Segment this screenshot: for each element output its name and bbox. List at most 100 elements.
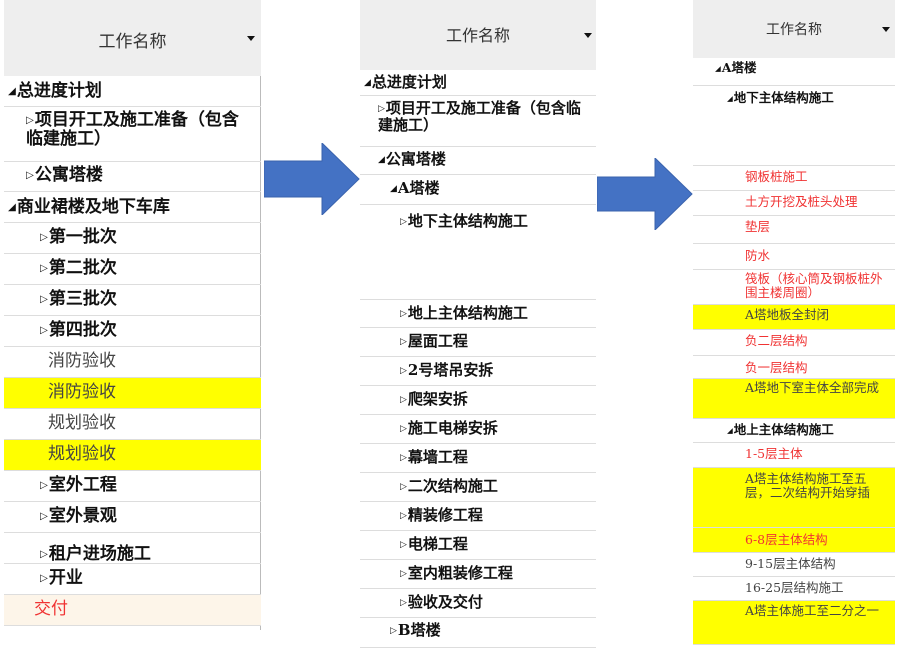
task-name: 公寓塔楼 — [34, 165, 103, 185]
collapse-triangle-icon[interactable]: ◢ — [8, 201, 16, 213]
task-group-row[interactable]: ▷开业 — [4, 564, 261, 595]
task-group-row[interactable]: ▷室外工程 — [4, 471, 261, 502]
task-group-row[interactable]: ▷室内粗装修工程 — [360, 560, 596, 589]
collapse-triangle-icon[interactable]: ◢ — [715, 64, 721, 73]
collapse-triangle-icon[interactable]: ◢ — [727, 94, 733, 103]
task-row[interactable]: 规划验收 — [4, 409, 261, 440]
collapse-triangle-icon[interactable]: ◢ — [727, 426, 733, 435]
task-row[interactable]: 钢板桩施工 — [693, 166, 895, 191]
task-row[interactable]: A塔地板全封闭 — [693, 305, 895, 330]
task-row[interactable]: 消防验收 — [4, 378, 261, 409]
collapse-triangle-icon[interactable]: ◢ — [8, 85, 16, 97]
task-group-row[interactable]: ◢地上主体结构施工 — [693, 419, 895, 443]
expand-triangle-icon[interactable]: ▷ — [400, 598, 407, 608]
task-row[interactable]: 垫层 — [693, 216, 895, 244]
expand-triangle-icon[interactable]: ▷ — [26, 169, 34, 181]
task-group-row[interactable]: ▷二次结构施工 — [360, 473, 596, 502]
expand-triangle-icon[interactable]: ▷ — [40, 479, 48, 491]
task-group-row[interactable]: ▷项目开工及施工准备（包含临建施工） — [4, 107, 261, 162]
task-row[interactable]: 防水 — [693, 244, 895, 270]
column-header[interactable]: 工作名称 — [4, 0, 261, 76]
task-row[interactable]: 1-5层主体 — [693, 443, 895, 468]
task-row[interactable]: 规划验收 — [4, 440, 261, 471]
task-cell: A塔主体施工至二分之一 — [745, 604, 890, 618]
expand-triangle-icon[interactable]: ▷ — [40, 548, 48, 560]
task-row[interactable]: 交付 — [4, 595, 261, 626]
task-group-row[interactable]: ◢A塔楼 — [360, 175, 596, 205]
task-group-row[interactable]: ▷室外景观 — [4, 502, 261, 533]
column-header[interactable]: 工作名称 — [693, 0, 895, 58]
task-group-row[interactable]: ▷2号塔吊安拆 — [360, 357, 596, 386]
task-name: 地下主体结构施工 — [733, 90, 834, 105]
task-group-row[interactable]: ◢总进度计划 — [4, 76, 261, 107]
dropdown-caret-icon[interactable] — [584, 33, 592, 38]
task-group-row[interactable]: ▷第二批次 — [4, 254, 261, 285]
expand-triangle-icon[interactable]: ▷ — [40, 293, 48, 305]
expand-triangle-icon[interactable]: ▷ — [40, 324, 48, 336]
task-group-row[interactable]: ▷地下主体结构施工 — [360, 205, 596, 300]
task-group-row[interactable]: ▷租户进场施工 — [4, 533, 261, 564]
expand-triangle-icon[interactable]: ▷ — [40, 231, 48, 243]
task-row[interactable]: 筏板（核心筒及钢板桩外围主楼周圈） — [693, 270, 895, 305]
task-group-row[interactable]: ▷地上主体结构施工 — [360, 300, 596, 328]
column-header[interactable]: 工作名称 — [360, 0, 596, 70]
task-group-row[interactable]: ◢总进度计划 — [360, 70, 596, 96]
task-group-row[interactable]: ▷第三批次 — [4, 285, 261, 316]
collapse-triangle-icon[interactable]: ◢ — [364, 78, 371, 88]
expand-triangle-icon[interactable]: ▷ — [400, 482, 407, 492]
collapse-triangle-icon[interactable]: ◢ — [390, 184, 397, 194]
expand-triangle-icon[interactable]: ▷ — [40, 510, 48, 522]
task-group-row[interactable]: ◢商业裙楼及地下车库 — [4, 192, 261, 223]
task-name: 二次结构施工 — [407, 477, 498, 495]
expand-triangle-icon[interactable]: ▷ — [378, 104, 385, 114]
task-group-row[interactable]: ▷施工电梯安拆 — [360, 415, 596, 444]
expand-triangle-icon[interactable]: ▷ — [400, 395, 407, 405]
task-group-row[interactable]: ▷验收及交付 — [360, 589, 596, 618]
task-group-row[interactable]: ◢地下主体结构施工 — [693, 86, 895, 166]
task-group-row[interactable]: ▷第一批次 — [4, 223, 261, 254]
expand-triangle-icon[interactable]: ▷ — [400, 511, 407, 521]
task-group-row[interactable]: ▷电梯工程 — [360, 531, 596, 560]
task-group-row[interactable]: ▷爬架安拆 — [360, 386, 596, 415]
task-row[interactable]: A塔主体结构施工至五层，二次结构开始穿插 — [693, 468, 895, 528]
task-name: A塔楼 — [721, 60, 757, 75]
task-group-row[interactable]: ▷公寓塔楼 — [4, 162, 261, 192]
expand-triangle-icon[interactable]: ▷ — [390, 626, 397, 636]
task-cell: ▷开业 — [40, 568, 255, 588]
task-row[interactable]: A塔主体施工至二分之一 — [693, 601, 895, 645]
task-row[interactable]: 16-25层结构施工 — [693, 577, 895, 601]
task-row[interactable]: 9-15层主体结构 — [693, 553, 895, 577]
dropdown-caret-icon[interactable] — [882, 27, 890, 32]
task-group-row[interactable]: ▷第四批次 — [4, 316, 261, 347]
task-row[interactable]: 土方开挖及桩头处理 — [693, 191, 895, 216]
expand-triangle-icon[interactable]: ▷ — [400, 366, 407, 376]
task-row[interactable]: A塔地下室主体全部完成 — [693, 379, 895, 419]
expand-triangle-icon[interactable]: ▷ — [26, 114, 34, 126]
task-group-row[interactable]: ▷屋面工程 — [360, 328, 596, 357]
task-row[interactable]: 消防验收 — [4, 347, 261, 378]
task-group-row[interactable]: ◢A塔楼 — [693, 58, 895, 86]
expand-triangle-icon[interactable]: ▷ — [40, 262, 48, 274]
task-group-row[interactable]: ▷幕墙工程 — [360, 444, 596, 473]
task-group-row[interactable]: ◢公寓塔楼 — [360, 147, 596, 175]
task-name: A塔楼 — [397, 179, 440, 197]
task-group-row[interactable]: ▷B塔楼 — [360, 618, 596, 648]
task-cell: 交付 — [34, 599, 254, 619]
dropdown-caret-icon[interactable] — [247, 36, 255, 41]
expand-triangle-icon[interactable]: ▷ — [400, 309, 407, 319]
task-group-row[interactable]: ▷精装修工程 — [360, 502, 596, 531]
task-row[interactable]: 负一层结构 — [693, 356, 895, 379]
expand-triangle-icon[interactable]: ▷ — [40, 572, 48, 584]
expand-triangle-icon[interactable]: ▷ — [400, 424, 407, 434]
expand-triangle-icon[interactable]: ▷ — [400, 569, 407, 579]
task-name: 2号塔吊安拆 — [407, 361, 494, 379]
expand-triangle-icon[interactable]: ▷ — [400, 540, 407, 550]
task-name: 地上主体结构施工 — [407, 304, 528, 322]
task-group-row[interactable]: ▷项目开工及施工准备（包含临建施工） — [360, 96, 596, 147]
expand-triangle-icon[interactable]: ▷ — [400, 337, 407, 347]
task-row[interactable]: 负二层结构 — [693, 330, 895, 356]
task-row[interactable]: 6-8层主体结构 — [693, 528, 895, 553]
collapse-triangle-icon[interactable]: ◢ — [378, 155, 385, 165]
expand-triangle-icon[interactable]: ▷ — [400, 453, 407, 463]
expand-triangle-icon[interactable]: ▷ — [400, 217, 407, 227]
